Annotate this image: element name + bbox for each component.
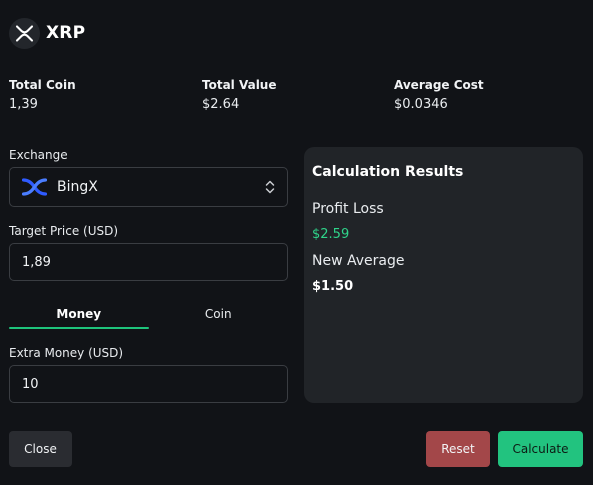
stat-total-value: Total Value $2.64 [202,77,276,113]
tab-money[interactable]: Money [9,300,149,329]
target-price-label: Target Price (USD) [9,224,119,238]
total-value-value: $2.64 [202,97,240,112]
extra-money-label: Extra Money (USD) [9,346,124,360]
reset-button[interactable]: Reset [426,431,490,467]
modal-header: XRP [9,17,85,49]
average-cost-label: Average Cost [394,78,484,92]
xrp-logo-icon [9,17,40,49]
extra-money-input[interactable] [9,365,288,403]
exchange-label: Exchange [9,148,68,162]
results-title: Calculation Results [312,164,464,180]
tab-coin[interactable]: Coin [149,300,289,329]
mode-tabs: Money Coin [9,300,288,329]
calculate-button[interactable]: Calculate [498,431,583,467]
chevron-up-down-icon [265,179,275,199]
coin-title: XRP [46,23,86,43]
average-cost-value: $0.0346 [394,97,448,112]
total-coin-value: 1,39 [9,97,38,112]
stat-average-cost: Average Cost $0.0346 [394,77,484,113]
profit-loss-value: $2.59 [312,227,350,242]
bingx-logo-icon [22,178,47,196]
calculation-results-panel: Calculation Results Profit Loss $2.59 Ne… [304,147,583,403]
exchange-selected-value: BingX [57,179,98,195]
active-tab-indicator [9,327,149,329]
new-average-label: New Average [312,253,405,269]
exchange-select[interactable]: BingX [9,167,288,207]
total-coin-label: Total Coin [9,78,76,92]
coin-detail-modal: XRP Total Coin 1,39 Total Value $2.64 Av… [0,0,593,485]
new-average-value: $1.50 [312,279,354,294]
profit-loss-label: Profit Loss [312,201,384,217]
close-button[interactable]: Close [9,431,72,467]
total-value-label: Total Value [202,78,277,92]
stat-total-coin: Total Coin 1,39 [9,77,76,113]
target-price-input[interactable] [9,243,288,281]
